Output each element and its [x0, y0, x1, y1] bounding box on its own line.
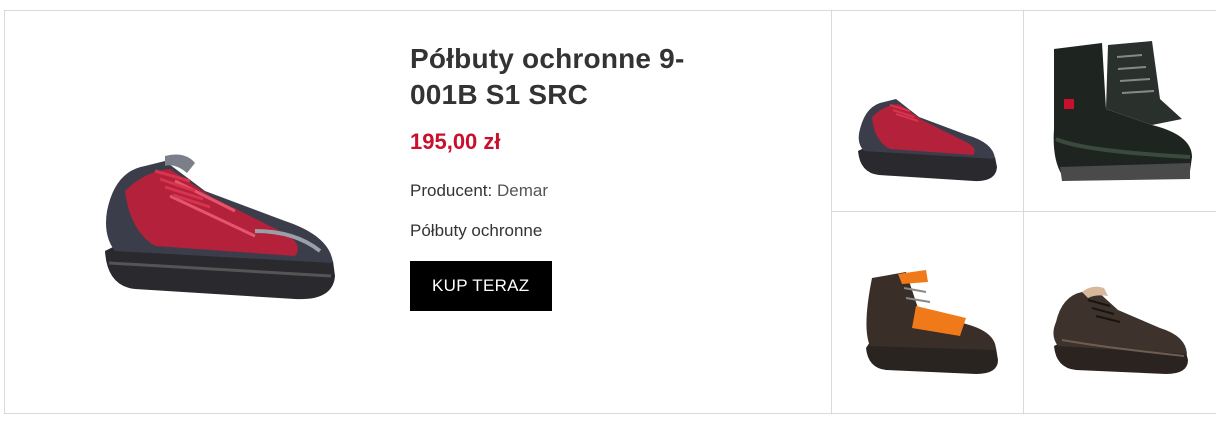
- thumbnail-brown-leather-shoe[interactable]: [1023, 211, 1216, 414]
- product-title[interactable]: Półbuty ochronne 9-001B S1 SRC: [410, 41, 730, 113]
- product-main-image[interactable]: [95, 151, 345, 311]
- producer-value[interactable]: Demar: [497, 181, 548, 200]
- shoe-icon: [1053, 286, 1188, 374]
- product-price: 195,00 zł: [410, 129, 501, 154]
- buy-now-button[interactable]: KUP TERAZ: [410, 261, 552, 311]
- thumbnail-red-grey-safety-shoe[interactable]: [831, 10, 1024, 212]
- producer-label: Producent:: [410, 181, 493, 200]
- boot-icon: [1053, 41, 1192, 181]
- product-category: Półbuty ochronne: [410, 221, 543, 240]
- product-card: Półbuty ochronne 9-001B S1 SRC 195,00 zł…: [4, 10, 832, 414]
- producer-row: Producent: Demar: [410, 181, 730, 201]
- thumbnail-grid: [831, 10, 1216, 414]
- thumbnail-orange-black-safety-boot[interactable]: [831, 211, 1024, 414]
- shoe-icon: [858, 99, 997, 182]
- boot-icon: [866, 270, 998, 374]
- thumbnail-black-snow-boot[interactable]: [1023, 10, 1216, 212]
- product-info: Półbuty ochronne 9-001B S1 SRC 195,00 zł…: [410, 41, 730, 311]
